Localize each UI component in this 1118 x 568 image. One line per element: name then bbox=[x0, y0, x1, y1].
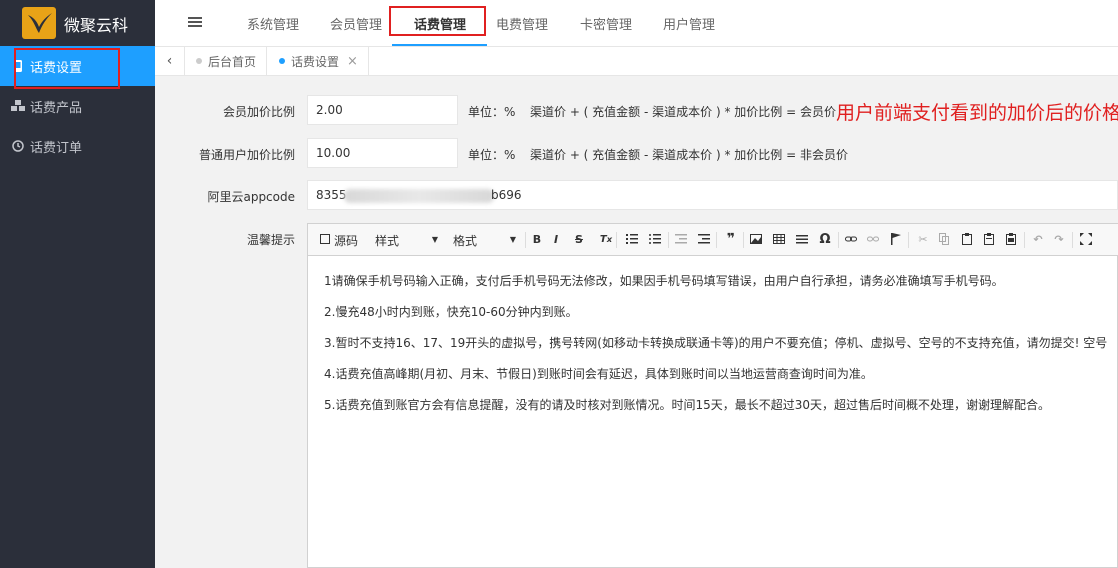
user-markup-label: 普通用户加价比例 bbox=[198, 148, 295, 162]
toolbar-separator bbox=[908, 232, 909, 248]
appcode-suffix: b696 bbox=[491, 188, 522, 202]
outdent-icon[interactable] bbox=[674, 232, 688, 246]
paste-icon[interactable] bbox=[960, 232, 974, 246]
logo-icon bbox=[22, 7, 56, 39]
strikethrough-icon[interactable]: S bbox=[572, 232, 586, 246]
tab-phone-settings[interactable]: 话费设置 × bbox=[269, 47, 369, 75]
menu-toggle-icon[interactable] bbox=[188, 17, 202, 27]
toolbar-separator bbox=[716, 232, 717, 248]
table-icon[interactable] bbox=[772, 232, 786, 246]
appcode-input[interactable]: 8355 b696 bbox=[307, 180, 1118, 210]
sidebar-item-phone-products[interactable]: 话费产品 bbox=[0, 86, 155, 126]
highlight-box-nav bbox=[389, 6, 486, 36]
nav-electricity[interactable]: 电费管理 bbox=[496, 14, 548, 33]
source-icon bbox=[318, 232, 332, 246]
member-markup-label: 会员加价比例 bbox=[222, 105, 295, 119]
toolbar-separator bbox=[1072, 232, 1073, 248]
clear-format-icon[interactable]: Tx bbox=[599, 232, 613, 246]
format-dropdown[interactable]: 格式 bbox=[453, 232, 477, 249]
indent-icon[interactable] bbox=[697, 232, 711, 246]
maximize-icon[interactable] bbox=[1079, 232, 1093, 246]
link-icon[interactable] bbox=[844, 232, 858, 246]
appcode-label: 阿里云appcode bbox=[207, 190, 295, 204]
cubes-icon bbox=[11, 99, 25, 113]
notice-paragraph: 3.暂时不支持16、17、19开头的虚拟号，携号转网(如移动卡转换成联通卡等)的… bbox=[324, 336, 1108, 350]
tab-bar: ‹ 后台首页 话费设置 × bbox=[155, 46, 1118, 76]
paste-text-icon[interactable] bbox=[982, 232, 996, 246]
toolbar-separator bbox=[525, 232, 526, 248]
editor-content[interactable]: 1请确保手机号码输入正确，支付后手机号码无法修改，如果因手机号码填写错误，由用户… bbox=[308, 257, 1118, 568]
nav-card-keys[interactable]: 卡密管理 bbox=[580, 14, 632, 33]
notice-paragraph: 2.慢充48小时内到账，快充10-60分钟内到账。 bbox=[324, 305, 578, 319]
anchor-flag-icon[interactable] bbox=[889, 232, 903, 246]
tab-label: 话费设置 bbox=[291, 54, 340, 69]
sidebar-item-label: 话费产品 bbox=[30, 100, 83, 116]
nav-users[interactable]: 用户管理 bbox=[663, 14, 715, 33]
tab-dot bbox=[279, 58, 285, 64]
notice-label: 温馨提示 bbox=[246, 233, 295, 247]
notice-paragraph: 1请确保手机号码输入正确，支付后手机号码无法修改，如果因手机号码填写错误，由用户… bbox=[324, 274, 1004, 288]
redo-icon[interactable]: ↷ bbox=[1052, 232, 1066, 246]
annotation-text: 用户前端支付看到的加价后的价格 bbox=[836, 102, 1118, 124]
caret-down-icon: ▼ bbox=[431, 234, 439, 244]
toolbar-separator bbox=[616, 232, 617, 248]
toolbar-separator bbox=[668, 232, 669, 248]
user-markup-formula: 渠道价 + ( 充值金额 - 渠道成本价 ) * 加价比例 = 非会员价 bbox=[530, 148, 848, 162]
redacted-blur bbox=[344, 189, 494, 203]
tab-dot bbox=[196, 58, 202, 64]
unlink-icon[interactable] bbox=[866, 232, 880, 246]
notice-paragraph: 5.话费充值到账官方会有信息提醒，没有的请及时核对到账情况。时间15天，最长不超… bbox=[324, 398, 1050, 412]
member-markup-input[interactable]: 2.00 bbox=[307, 95, 458, 125]
source-button[interactable]: 源码 bbox=[334, 232, 358, 249]
undo-icon[interactable]: ↶ bbox=[1031, 232, 1045, 246]
toolbar-separator bbox=[743, 232, 744, 248]
top-nav: 系统管理 会员管理 话费管理 电费管理 卡密管理 用户管理 bbox=[155, 0, 1118, 46]
blockquote-icon[interactable]: ❞ bbox=[724, 231, 738, 247]
notice-paragraph: 4.话费充值高峰期(月初、月末、节假日)到账时间会有延迟，具体到账时间以当地运营… bbox=[324, 367, 873, 381]
italic-icon[interactable]: I bbox=[549, 232, 563, 246]
copy-icon[interactable] bbox=[937, 232, 951, 246]
bullet-list-icon[interactable] bbox=[648, 232, 662, 246]
member-markup-formula: 渠道价 + ( 充值金额 - 渠道成本价 ) * 加价比例 = 会员价 bbox=[530, 105, 836, 119]
numbered-list-icon[interactable] bbox=[625, 232, 639, 246]
nav-system[interactable]: 系统管理 bbox=[247, 14, 299, 33]
sidebar-item-phone-orders[interactable]: 话费订单 bbox=[0, 126, 155, 166]
cut-icon[interactable]: ✂ bbox=[916, 232, 930, 246]
appcode-prefix: 8355 bbox=[316, 188, 347, 202]
tab-label: 后台首页 bbox=[208, 54, 257, 69]
clock-icon bbox=[11, 139, 25, 153]
app-title: 微聚云科 bbox=[64, 16, 129, 35]
toolbar-separator bbox=[838, 232, 839, 248]
horizontal-line-icon[interactable] bbox=[795, 232, 809, 246]
sidebar-item-label: 话费订单 bbox=[30, 140, 83, 156]
toolbar-separator bbox=[1024, 232, 1025, 248]
user-markup-input[interactable]: 10.00 bbox=[307, 138, 458, 168]
paste-word-icon[interactable] bbox=[1004, 232, 1018, 246]
rich-text-editor[interactable]: 源码 样式 ▼ 格式 ▼ B I S Tx ❞ Ω ✂ ↶ ↷ 1请确保手机号码… bbox=[307, 223, 1118, 568]
nav-members[interactable]: 会员管理 bbox=[330, 14, 382, 33]
user-markup-unit: 单位：% bbox=[468, 148, 516, 162]
logo[interactable]: 微聚云科 bbox=[0, 0, 155, 46]
tab-home[interactable]: 后台首页 bbox=[186, 47, 268, 75]
member-markup-unit: 单位：% bbox=[468, 105, 516, 119]
close-icon[interactable]: × bbox=[347, 54, 358, 69]
bold-icon[interactable]: B bbox=[530, 232, 544, 246]
chevron-left-icon[interactable]: ‹ bbox=[155, 47, 185, 75]
editor-toolbar: 源码 样式 ▼ 格式 ▼ B I S Tx ❞ Ω ✂ ↶ ↷ bbox=[308, 224, 1118, 256]
highlight-box-sidebar bbox=[14, 48, 120, 89]
caret-down-icon: ▼ bbox=[509, 234, 517, 244]
image-icon[interactable] bbox=[749, 232, 763, 246]
special-char-icon[interactable]: Ω bbox=[818, 232, 832, 247]
style-dropdown[interactable]: 样式 bbox=[375, 232, 399, 249]
